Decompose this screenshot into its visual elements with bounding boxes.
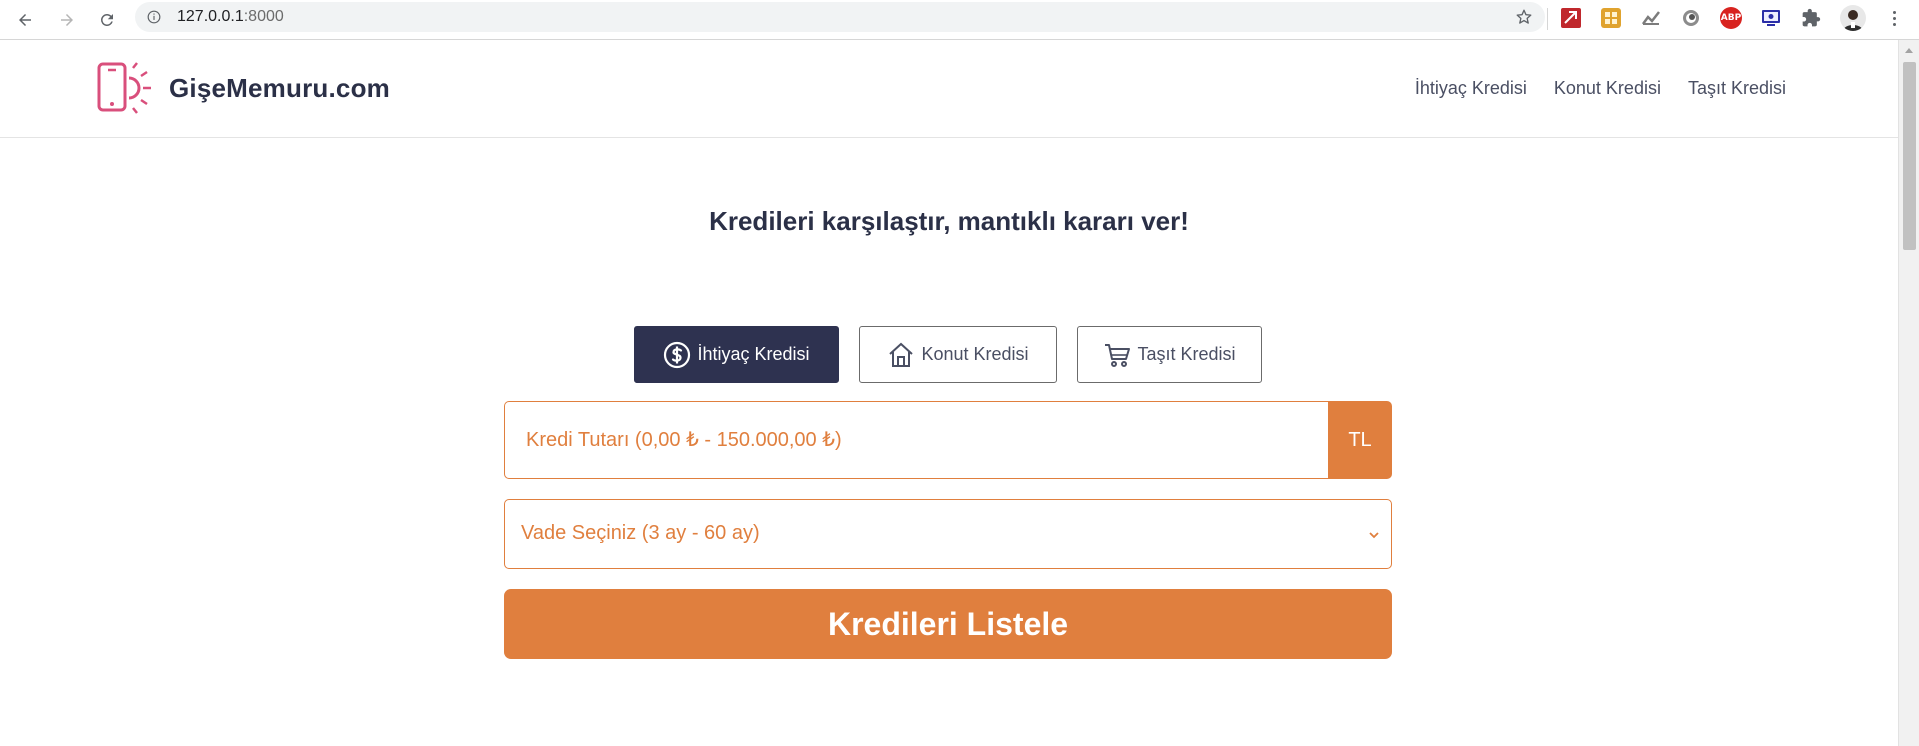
phone-sun-icon [97,62,151,114]
grid-extension-icon[interactable] [1600,7,1622,29]
bookmark-star-icon[interactable] [1515,8,1533,26]
nav-konut-kredisi[interactable]: Konut Kredisi [1554,78,1661,99]
tab-label: İhtiyaç Kredisi [697,344,810,364]
currency-addon: TL [1328,401,1392,479]
term-select-value: Vade Seçiniz (3 ay - 60 ay) [521,522,760,544]
tab-label: Taşıt Kredisi [1137,344,1236,364]
forward-icon [61,14,73,26]
tab-label: Konut Kredisi [921,344,1029,364]
tab-ihtiyac-kredisi[interactable]: İhtiyaç Kredisi [634,326,839,383]
logo[interactable]: GişeMemuru.com [97,62,390,114]
reload-button[interactable] [92,5,122,35]
browser-toolbar: 127.0.0.1:8000 ABP [0,0,1919,40]
back-button[interactable] [10,5,40,35]
top-navigation: İhtiyaç Kredisi Konut Kredisi Taşıt Kred… [1415,78,1786,99]
url-host: 127.0.0.1 [177,8,244,25]
scroll-up-arrow[interactable] [1905,48,1913,53]
back-icon [19,14,31,26]
brand-name: GişeMemuru.com [169,72,390,103]
extensions-puzzle-icon[interactable] [1800,7,1822,29]
circle-extension-icon[interactable] [1680,7,1702,29]
adblock-label: ABP [1720,13,1742,23]
screen-extension-icon[interactable] [1760,7,1782,29]
page-headline: Kredileri karşılaştır, mantıklı kararı v… [709,206,1189,236]
tab-tasit-kredisi[interactable]: Taşıt Kredisi [1077,326,1262,383]
site-header: GişeMemuru.com İhtiyaç Kredisi Konut Kre… [0,40,1898,138]
tab-konut-kredisi[interactable]: Konut Kredisi [859,326,1057,383]
site-info-icon[interactable] [147,10,161,24]
profile-avatar[interactable] [1840,5,1866,31]
pdf-extension-icon[interactable] [1560,7,1582,29]
scroll-thumb[interactable] [1903,62,1916,250]
nav-ihtiyac-kredisi[interactable]: İhtiyaç Kredisi [1415,78,1527,99]
nav-tasit-kredisi[interactable]: Taşıt Kredisi [1688,78,1786,99]
cart-icon [1105,343,1131,367]
dollar-circle-icon [664,341,691,368]
address-bar[interactable]: 127.0.0.1:8000 [135,2,1545,32]
url-text: 127.0.0.1:8000 [177,8,284,26]
forward-button[interactable] [52,5,82,35]
menu-dots-icon[interactable] [1884,6,1904,30]
loan-amount-group: TL [504,401,1392,479]
house-icon [889,342,914,367]
chart-extension-icon[interactable] [1640,7,1662,29]
toolbar-divider [1547,8,1548,30]
term-select[interactable]: Vade Seçiniz (3 ay - 60 ay) [504,499,1392,569]
page-scrollbar[interactable] [1898,40,1919,746]
chevron-down-icon [1369,532,1379,539]
reload-icon [100,13,113,26]
adblock-extension-icon[interactable]: ABP [1720,7,1742,29]
url-port: :8000 [243,8,284,25]
loan-amount-input[interactable] [504,401,1328,479]
list-loans-button[interactable]: Kredileri Listele [504,589,1392,659]
